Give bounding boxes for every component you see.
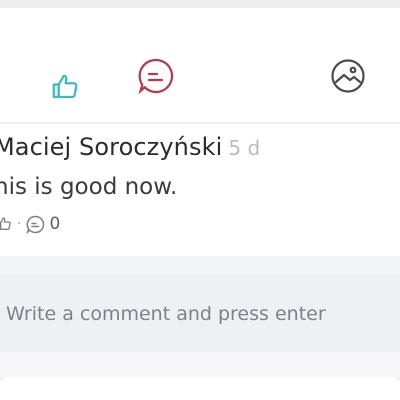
comment-input[interactable]	[0, 276, 400, 352]
next-post-card	[0, 378, 400, 400]
feed-gap	[0, 352, 400, 378]
add-photo-icon	[331, 59, 365, 93]
comment-reply-button[interactable]: 0	[26, 214, 60, 234]
post-view: Maciej Soroczyński 5 d his is good now. ·…	[0, 0, 400, 400]
comment-icon	[138, 58, 174, 95]
comment-timestamp: 5 d	[228, 136, 261, 160]
comment-composer	[0, 276, 400, 352]
thumbs-up-icon	[52, 74, 78, 99]
top-edge	[0, 0, 400, 8]
reply-count: 0	[49, 214, 61, 234]
thumbs-up-icon	[0, 217, 11, 230]
comment-header: Maciej Soroczyński 5 d	[0, 130, 260, 165]
section-divider	[0, 258, 400, 274]
comment-meta: · 0	[0, 211, 60, 237]
comment-button[interactable]	[136, 56, 176, 96]
add-photo-button[interactable]	[328, 56, 368, 96]
comment-icon	[26, 215, 45, 234]
like-button[interactable]	[48, 70, 82, 104]
meta-separator: ·	[17, 216, 22, 232]
comment-like-button[interactable]	[0, 215, 12, 233]
post-action-bar	[0, 8, 400, 123]
comment-body: his is good now.	[0, 174, 178, 200]
comment-author[interactable]: Maciej Soroczyński	[0, 133, 222, 161]
